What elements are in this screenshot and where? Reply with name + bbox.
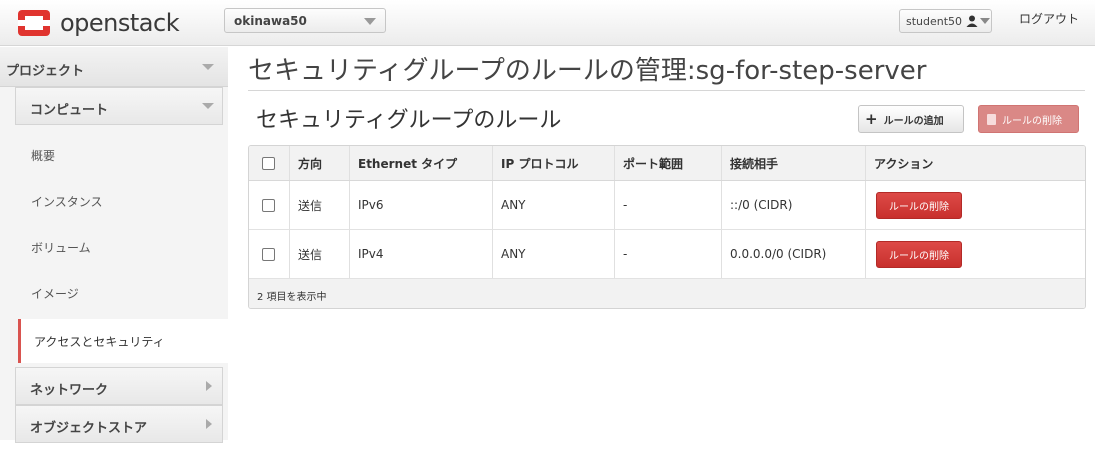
section-title: セキュリティグループのルール — [256, 108, 562, 133]
chevron-down-icon — [202, 103, 214, 109]
divider — [248, 90, 1085, 91]
row-checkbox[interactable] — [262, 198, 275, 212]
action-cell: ルールの削除 — [866, 181, 1085, 229]
sidebar-project-label: プロジェクト — [6, 64, 85, 79]
column-header[interactable]: 接続相手 — [722, 146, 866, 180]
sidebar-item-label: 概要 — [31, 149, 56, 163]
delete-rule-button[interactable]: ルールの削除 — [876, 191, 962, 219]
chevron-down-icon — [202, 64, 214, 70]
port-range-cell: - — [615, 230, 722, 278]
sidebar-item-access-security[interactable]: アクセスとセキュリティ — [18, 319, 228, 363]
select-all-checkbox[interactable] — [262, 156, 275, 170]
table-row: 送信 IPv6 ANY - ::/0 (CIDR) ルールの削除 — [249, 181, 1085, 230]
table-header: 方向 Ethernet タイプ IP プロトコル ポート範囲 接続相手 アクショ… — [249, 146, 1085, 181]
column-header[interactable]: アクション — [866, 146, 1085, 180]
rules-table: 方向 Ethernet タイプ IP プロトコル ポート範囲 接続相手 アクショ… — [248, 145, 1086, 309]
user-name: student50 — [906, 14, 963, 28]
row-checkbox[interactable] — [262, 247, 275, 261]
sidebar-group-object-store-label: オブジェクトストア — [30, 421, 148, 436]
user-menu-button[interactable]: student50 — [899, 9, 992, 33]
row-select-cell — [249, 230, 290, 278]
column-header[interactable]: IP プロトコル — [493, 146, 615, 180]
page-title: セキュリティグループのルールの管理:sg-for-step-server — [248, 56, 927, 86]
remote-cell: ::/0 (CIDR) — [722, 181, 866, 229]
brand-name: openstack — [60, 9, 180, 37]
ether-type-cell: IPv6 — [350, 181, 493, 229]
sidebar-group-compute[interactable]: コンピュート — [15, 87, 223, 125]
chevron-down-icon — [980, 18, 991, 24]
openstack-logo[interactable]: openstack — [16, 8, 180, 38]
chevron-down-icon — [364, 18, 376, 25]
sidebar-project-dashboard[interactable]: プロジェクト — [0, 47, 228, 87]
plus-icon: + — [865, 110, 878, 128]
table-footer: 2 項目を表示中 — [249, 279, 1085, 308]
delete-rule-button[interactable]: ルールの削除 — [876, 240, 962, 268]
sidebar-group-network[interactable]: ネットワーク — [15, 367, 223, 405]
trash-icon — [987, 113, 996, 125]
add-rule-button[interactable]: + ルールの追加 — [858, 105, 964, 133]
project-selector-value: okinawa50 — [234, 14, 307, 28]
column-header[interactable]: Ethernet タイプ — [350, 146, 493, 180]
delete-rules-label: ルールの削除 — [1002, 115, 1062, 127]
sidebar-item-label: アクセスとセキュリティ — [34, 335, 165, 349]
top-navbar: openstack okinawa50 student50 ログアウト — [0, 0, 1095, 46]
sidebar-item-volumes[interactable]: ボリューム — [15, 225, 228, 269]
remote-cell: 0.0.0.0/0 (CIDR) — [722, 230, 866, 278]
column-header[interactable]: ポート範囲 — [615, 146, 722, 180]
user-icon — [966, 15, 978, 27]
chevron-right-icon — [206, 419, 212, 429]
sidebar-item-label: インスタンス — [31, 195, 103, 209]
sidebar-group-object-store[interactable]: オブジェクトストア — [15, 405, 223, 443]
sidebar-group-network-label: ネットワーク — [30, 383, 109, 398]
sidebar-group-compute-label: コンピュート — [30, 103, 109, 118]
sidebar-item-instances[interactable]: インスタンス — [15, 179, 228, 223]
delete-rules-button[interactable]: ルールの削除 — [978, 105, 1079, 133]
item-count: 2 項目を表示中 — [257, 292, 327, 303]
logout-link[interactable]: ログアウト — [1019, 10, 1079, 27]
openstack-logo-icon — [16, 8, 52, 38]
sidebar-item-label: ボリューム — [31, 241, 91, 255]
direction-cell: 送信 — [290, 230, 350, 278]
column-header[interactable]: 方向 — [290, 146, 350, 180]
select-all-cell — [249, 146, 290, 180]
project-selector[interactable]: okinawa50 — [224, 8, 386, 33]
table-row: 送信 IPv4 ANY - 0.0.0.0/0 (CIDR) ルールの削除 — [249, 230, 1085, 279]
sidebar-item-images[interactable]: イメージ — [15, 271, 228, 315]
direction-cell: 送信 — [290, 181, 350, 229]
row-select-cell — [249, 181, 290, 229]
sidebar-item-overview[interactable]: 概要 — [15, 133, 228, 177]
add-rule-label: ルールの追加 — [883, 115, 944, 127]
sidebar-item-label: イメージ — [31, 287, 79, 301]
action-cell: ルールの削除 — [866, 230, 1085, 278]
protocol-cell: ANY — [493, 181, 615, 229]
sidebar: プロジェクト コンピュート 概要 インスタンス ボリューム イメージ アクセスと… — [0, 47, 228, 460]
chevron-right-icon — [206, 381, 212, 391]
protocol-cell: ANY — [493, 230, 615, 278]
port-range-cell: - — [615, 181, 722, 229]
sidebar-panel: コンピュート 概要 インスタンス ボリューム イメージ アクセスとセキュリティ … — [0, 87, 228, 443]
ether-type-cell: IPv4 — [350, 230, 493, 278]
